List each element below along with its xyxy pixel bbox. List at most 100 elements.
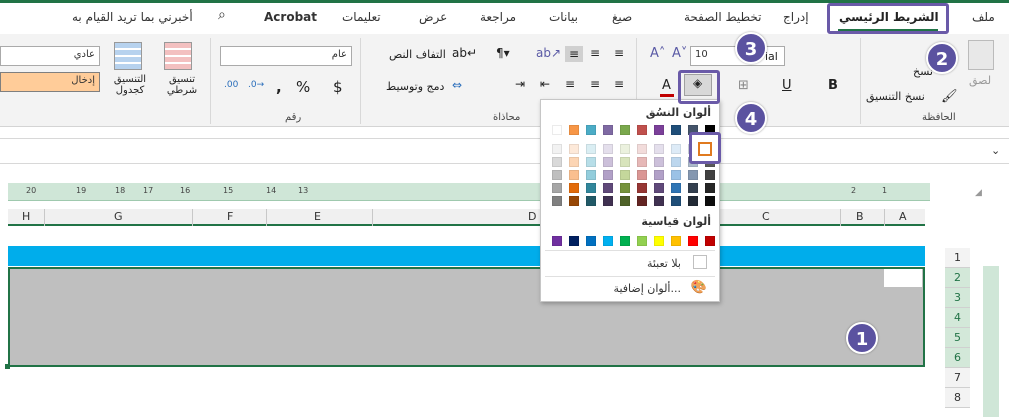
formula-bar[interactable]: ⌄ bbox=[0, 138, 1009, 164]
align-right-icon[interactable]: ≡ bbox=[565, 77, 575, 91]
column-header-f[interactable]: F bbox=[227, 210, 233, 223]
no-fill-option[interactable]: بلا تعبئة bbox=[647, 257, 681, 270]
theme-color-shade[interactable] bbox=[671, 183, 681, 193]
theme-color-shade[interactable] bbox=[705, 170, 715, 180]
tab-file[interactable]: ملف bbox=[972, 10, 995, 24]
paste-icon[interactable] bbox=[968, 40, 994, 70]
wrap-text-button[interactable]: التفاف النص bbox=[389, 48, 446, 61]
tab-help[interactable]: تعليمات bbox=[342, 10, 381, 24]
theme-color-shade[interactable] bbox=[620, 196, 630, 206]
selected-grey-range[interactable] bbox=[8, 267, 925, 367]
row-header[interactable]: 7 bbox=[945, 368, 970, 388]
style-normal[interactable]: عادي bbox=[0, 46, 100, 66]
theme-color-shade[interactable] bbox=[552, 196, 562, 206]
tab-acrobat[interactable]: Acrobat bbox=[264, 10, 317, 24]
theme-color-shade[interactable] bbox=[552, 144, 562, 154]
align-left-icon[interactable]: ≡ bbox=[614, 77, 624, 91]
standard-color-swatch[interactable] bbox=[603, 236, 613, 246]
standard-color-swatch[interactable] bbox=[637, 236, 647, 246]
theme-color-shade[interactable] bbox=[620, 183, 630, 193]
theme-color-shade[interactable] bbox=[569, 144, 579, 154]
theme-color-shade[interactable] bbox=[654, 170, 664, 180]
theme-color-swatch[interactable] bbox=[569, 125, 579, 135]
theme-color-shade[interactable] bbox=[637, 157, 647, 167]
theme-color-shade[interactable] bbox=[671, 157, 681, 167]
column-header-e[interactable]: E bbox=[314, 210, 321, 223]
theme-color-shade[interactable] bbox=[569, 170, 579, 180]
more-colors-option[interactable]: ألوان إضافية... bbox=[614, 282, 681, 295]
format-as-table-button[interactable]: التنسيق كجدول bbox=[108, 74, 152, 96]
theme-color-shade[interactable] bbox=[671, 144, 681, 154]
font-shrink-icon[interactable]: A˅ bbox=[672, 46, 687, 61]
font-grow-icon[interactable]: A˄ bbox=[650, 46, 665, 61]
theme-color-shade[interactable] bbox=[569, 183, 579, 193]
column-header-h[interactable]: H bbox=[22, 210, 30, 223]
standard-color-swatch[interactable] bbox=[688, 236, 698, 246]
align-middle-icon[interactable]: ≡ bbox=[590, 46, 600, 60]
theme-color-shade[interactable] bbox=[620, 157, 630, 167]
borders-icon[interactable]: ⊞ bbox=[738, 78, 749, 93]
theme-color-swatch[interactable] bbox=[671, 125, 681, 135]
style-input[interactable]: إدخال bbox=[0, 72, 100, 92]
standard-color-swatch[interactable] bbox=[654, 236, 664, 246]
theme-color-shade[interactable] bbox=[637, 196, 647, 206]
row-header[interactable]: 6 bbox=[945, 348, 970, 368]
theme-color-shade[interactable] bbox=[671, 170, 681, 180]
tab-insert[interactable]: إدراج bbox=[783, 10, 809, 24]
column-header-g[interactable]: G bbox=[114, 210, 123, 223]
column-header-b[interactable]: B bbox=[856, 210, 864, 223]
row-header[interactable]: 2 bbox=[945, 268, 970, 288]
theme-color-shade[interactable] bbox=[552, 183, 562, 193]
theme-color-shade[interactable] bbox=[637, 144, 647, 154]
column-header-a[interactable]: A bbox=[899, 210, 907, 223]
font-color-icon[interactable]: A bbox=[662, 78, 671, 93]
theme-color-shade[interactable] bbox=[654, 183, 664, 193]
theme-color-shade[interactable] bbox=[637, 183, 647, 193]
format-painter-button[interactable]: نسخ التنسيق bbox=[866, 90, 925, 103]
orientation-icon[interactable]: ab↗ bbox=[536, 46, 561, 60]
theme-color-shade[interactable] bbox=[569, 196, 579, 206]
theme-color-swatch[interactable] bbox=[620, 125, 630, 135]
row-header[interactable]: 4 bbox=[945, 308, 970, 328]
tab-page-layout[interactable]: تخطيط الصفحة bbox=[684, 10, 761, 24]
theme-color-shade[interactable] bbox=[552, 170, 562, 180]
standard-color-swatch[interactable] bbox=[620, 236, 630, 246]
theme-color-shade[interactable] bbox=[603, 183, 613, 193]
column-header-c[interactable]: C bbox=[762, 210, 770, 223]
theme-color-swatch[interactable] bbox=[603, 125, 613, 135]
white-swatch-selected[interactable] bbox=[698, 142, 712, 156]
fill-handle[interactable] bbox=[5, 364, 10, 369]
align-top-icon[interactable]: ≡ bbox=[565, 46, 584, 62]
column-header-d[interactable]: D bbox=[528, 210, 536, 223]
standard-color-swatch[interactable] bbox=[705, 236, 715, 246]
search-icon[interactable]: ⌕ bbox=[218, 7, 226, 23]
indent-decrease-icon[interactable]: ⇥ bbox=[515, 77, 525, 91]
tab-review[interactable]: مراجعة bbox=[480, 10, 516, 24]
align-center-icon[interactable]: ≡ bbox=[590, 77, 600, 91]
number-format-select[interactable]: عام bbox=[220, 46, 352, 66]
paragraph-direction-icon[interactable]: ¶▾ bbox=[496, 46, 510, 60]
theme-color-shade[interactable] bbox=[603, 170, 613, 180]
theme-color-shade[interactable] bbox=[586, 157, 596, 167]
no-fill-swatch[interactable] bbox=[693, 255, 707, 269]
increase-decimal-icon[interactable]: .0→ bbox=[248, 80, 264, 90]
indent-increase-icon[interactable]: ⇤ bbox=[540, 77, 550, 91]
select-all-corner-icon[interactable]: ◢ bbox=[975, 188, 982, 198]
row-header[interactable]: 5 bbox=[945, 328, 970, 348]
blue-header-band[interactable] bbox=[8, 246, 925, 266]
theme-color-shade[interactable] bbox=[603, 196, 613, 206]
currency-icon[interactable]: $ bbox=[333, 78, 343, 96]
row-header[interactable]: 3 bbox=[945, 288, 970, 308]
tell-me-box[interactable]: أخبرني بما تريد القيام به bbox=[72, 10, 193, 24]
conditional-format-button[interactable]: تنسيق شرطي bbox=[162, 74, 202, 96]
conditional-format-icon[interactable] bbox=[164, 42, 192, 70]
tab-formulas[interactable]: صيغ bbox=[612, 10, 632, 24]
theme-color-shade[interactable] bbox=[671, 196, 681, 206]
theme-color-shade[interactable] bbox=[654, 157, 664, 167]
underline-button[interactable]: U bbox=[782, 78, 792, 93]
theme-color-shade[interactable] bbox=[586, 144, 596, 154]
white-cell[interactable] bbox=[884, 269, 922, 287]
row-header[interactable]: 1 bbox=[945, 248, 970, 268]
theme-color-swatch[interactable] bbox=[654, 125, 664, 135]
comma-style-icon[interactable]: , bbox=[276, 78, 282, 96]
